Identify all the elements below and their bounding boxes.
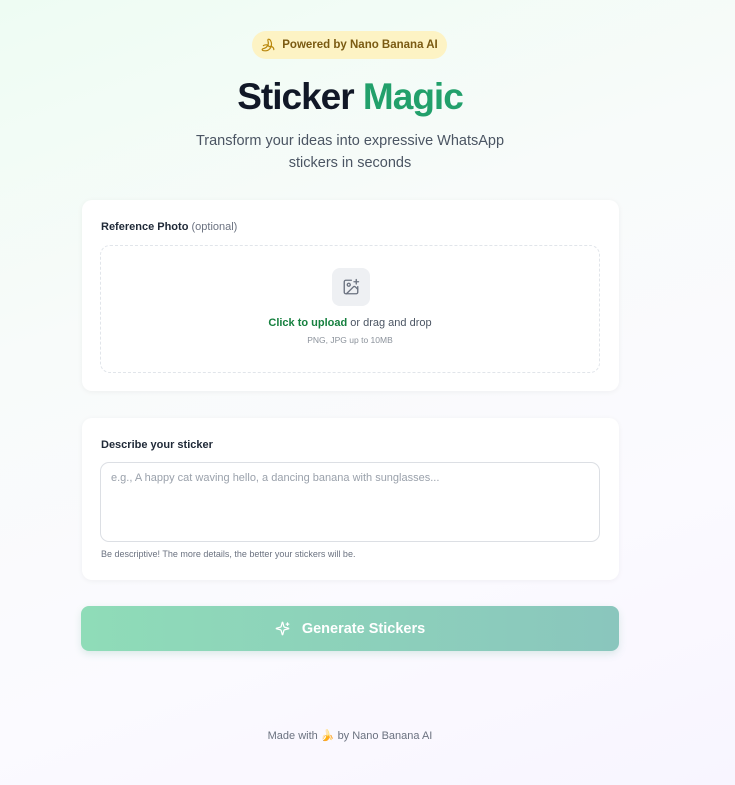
upload-dropzone[interactable]: Click to upload or drag and drop PNG, JP… (100, 245, 600, 373)
page: Powered by Nano Banana AI Sticker Magic … (0, 0, 735, 785)
badge-text: Powered by Nano Banana AI (282, 39, 438, 51)
optional-tag: (optional) (191, 221, 238, 233)
reference-photo-card: Reference Photo (optional) Click to uplo… (82, 200, 619, 391)
generate-stickers-button[interactable]: Generate Stickers (81, 606, 619, 651)
reference-photo-label-text: Reference Photo (101, 221, 189, 233)
sticker-description-input[interactable] (100, 462, 600, 542)
describe-card: Describe your sticker Be descriptive! Th… (82, 418, 619, 580)
describe-helper-text: Be descriptive! The more details, the be… (101, 549, 356, 559)
drag-drop-text: or drag and drop (347, 317, 432, 329)
generate-button-label: Generate Stickers (301, 620, 426, 637)
upload-instructions: Click to upload or drag and drop (101, 317, 599, 329)
image-plus-icon (332, 268, 370, 306)
banana-icon (261, 38, 275, 52)
upload-file-hint: PNG, JPG up to 10MB (307, 335, 393, 345)
sparkles-icon (275, 621, 290, 636)
describe-label: Describe your sticker (101, 439, 213, 451)
powered-by-badge: Powered by Nano Banana AI (252, 31, 447, 59)
page-title: Sticker Magic (0, 76, 700, 118)
title-accent: Magic (362, 76, 464, 117)
title-main: Sticker (237, 76, 354, 117)
reference-photo-label: Reference Photo (optional) (101, 221, 237, 233)
click-to-upload-link[interactable]: Click to upload (268, 317, 347, 329)
footer-credit: Made with 🍌 by Nano Banana AI (267, 730, 433, 742)
page-subtitle: Transform your ideas into expressive Wha… (195, 133, 505, 171)
